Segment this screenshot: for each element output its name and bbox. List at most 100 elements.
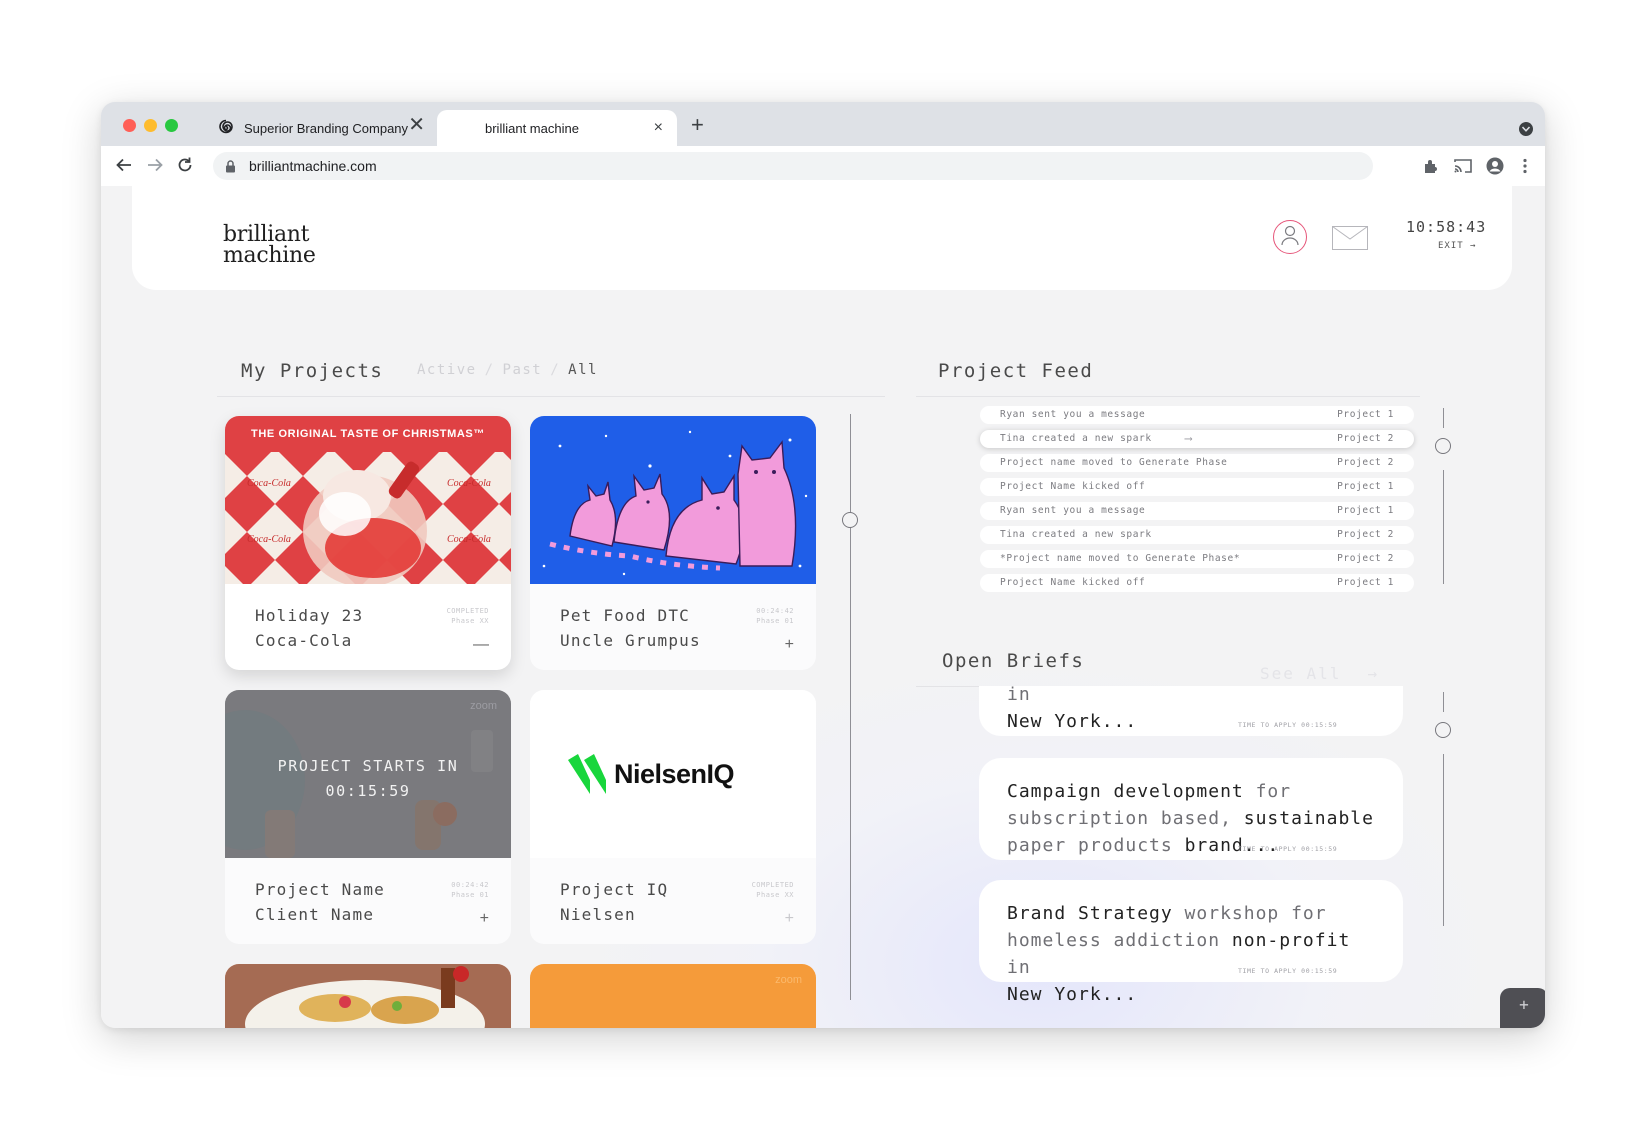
cast-icon[interactable] [1453,156,1473,176]
reload-icon[interactable] [176,156,194,177]
project-card-orange[interactable]: zoom [530,964,816,1028]
client-name: Coca-Cola [255,631,353,650]
close-window-button[interactable] [123,119,136,132]
project-card-upcoming[interactable]: zoom PROJECT STARTS IN 00:15:59 Project … [225,690,511,944]
feed-scroll-track-top [1443,408,1444,428]
project-thumbnail [530,416,816,584]
project-status: COMPLETED Phase XX [446,607,489,625]
tab-brilliant-machine[interactable]: brilliant machine × [437,110,677,146]
feed-item[interactable]: Tina created a new spark Project 2 [980,526,1414,544]
project-thumbnail: zoom PROJECT STARTS IN 00:15:59 [225,690,511,858]
window-controls [123,119,178,132]
profile-icon[interactable] [1485,156,1505,176]
tab-title: Superior Branding Company [244,120,409,136]
project-feed-list: Ryan sent you a message Project 1 Tina cr… [980,406,1414,598]
project-card-holiday[interactable]: THE ORIGINAL TASTE OF CHRISTMAS™ Coca-Co… [225,416,511,670]
filter-all[interactable]: All [568,362,598,378]
project-thumbnail: THE ORIGINAL TASTE OF CHRISTMAS™ Coca-Co… [225,416,511,584]
coca-cola-script-bottom-left: Coca-Cola [247,534,291,545]
expand-toggle[interactable]: + [785,911,794,927]
expand-toggle[interactable]: + [480,911,489,927]
project-feed-title: Project Feed [938,360,1094,382]
see-all-link[interactable]: See All → [1260,664,1379,683]
new-tab-button[interactable]: + [691,114,704,136]
feed-divider [916,396,1420,397]
coca-cola-script-right: Coca-Cola [447,478,491,489]
project-card-pet-food[interactable]: Pet Food DTC Uncle Grumpus 00:24:42 Phase… [530,416,816,670]
client-name: Nielsen [560,905,636,924]
project-card-food[interactable] [225,964,511,1028]
project-name: Project IQ [560,880,669,899]
spiral-icon [217,119,235,137]
filter-active[interactable]: Active [417,362,477,378]
tab-title: brilliant machine [485,120,579,136]
feed-item[interactable]: Project Name kicked off Project 1 [980,478,1414,496]
nielseniq-logo: NielsenIQ [568,754,735,794]
menu-kebab-icon[interactable] [1515,156,1535,176]
page-viewport: brilliant machine 10:58:43 EXIT → My Pro… [101,186,1545,1028]
project-status: 00:24:42 Phase 01 [756,607,794,625]
brief-card[interactable]: Campaign development for subscription bas… [979,758,1403,860]
projects-divider [217,396,885,397]
projects-scroll-track[interactable] [850,414,851,1000]
brief-timer: TIME TO APPLY 00:15:59 [1238,845,1338,853]
briefs-scroll-track-top [1443,692,1444,712]
tab-search-icon[interactable] [1519,122,1533,136]
logo-line-1: brilliant [223,222,310,247]
feed-item[interactable]: *Project name moved to Generate Phase* Pr… [980,550,1414,568]
coca-cola-script-bottom-right: Coca-Cola [447,534,491,545]
arrow-right-icon: ⟶ [1185,432,1193,445]
expand-toggle[interactable]: + [785,637,794,653]
collapse-toggle[interactable]: — [473,637,489,653]
back-arrow-icon[interactable] [115,156,133,177]
envelope-icon [1332,226,1368,254]
project-thumbnail [225,964,511,1028]
countdown-overlay: PROJECT STARTS IN 00:15:59 [277,757,459,800]
brand-logo[interactable]: brilliant machine [223,222,316,268]
feed-item[interactable]: Ryan sent you a message Project 1 [980,502,1414,520]
feed-item[interactable]: Project name moved to Generate Phase Proj… [980,454,1414,472]
mail-button[interactable] [1332,226,1368,250]
coca-cola-script-left: Coca-Cola [247,478,291,489]
briefs-scroll-knob[interactable] [1435,722,1451,738]
browser-toolbar: brilliantmachine.com [101,146,1545,186]
user-icon [1280,224,1300,251]
clock-display: 10:58:43 [1406,218,1487,236]
add-button[interactable]: + [1500,988,1545,1028]
brief-timer: TIME TO APPLY 00:15:59 [1238,721,1338,729]
extensions-icon[interactable] [1421,156,1441,176]
feed-item[interactable]: Tina created a new spark ⟶ Project 2 [980,430,1414,448]
minimize-window-button[interactable] [144,119,157,132]
tab-superior-branding[interactable]: Superior Branding Company ✕ [201,110,433,146]
briefs-scroll-track[interactable] [1443,754,1444,926]
brief-description: Brand Strategy workshop for homeless addi… [1007,903,1351,1005]
user-profile-button[interactable] [1273,220,1307,254]
logo-line-2: machine [223,243,316,268]
project-thumbnail: NielsenIQ [530,690,816,858]
filter-past[interactable]: Past [503,362,543,378]
feed-item[interactable]: Ryan sent you a message Project 1 [980,406,1414,424]
open-briefs-title: Open Briefs [942,650,1085,672]
tab-strip: Superior Branding Company ✕ brilliant ma… [101,102,1545,146]
zoom-watermark: zoom [775,974,802,986]
close-tab-icon[interactable]: × [654,119,663,137]
projects-scroll-knob[interactable] [842,512,858,528]
project-card-nielsen[interactable]: NielsenIQ Project IQ Nielsen COMPLETED Ph… [530,690,816,944]
project-status: 00:24:42 Phase 01 [451,881,489,899]
ad-banner-text: THE ORIGINAL TASTE OF CHRISTMAS™ [251,428,485,440]
project-status: COMPLETED Phase XX [751,881,794,899]
feed-scroll-knob[interactable] [1435,438,1451,454]
forward-arrow-icon[interactable] [146,156,164,177]
exit-link[interactable]: EXIT → [1438,241,1477,251]
brief-card[interactable]: homeless addiction non-profit inNew York… [979,686,1403,736]
maximize-window-button[interactable] [165,119,178,132]
brief-card[interactable]: Brand Strategy workshop for homeless addi… [979,880,1403,1005]
feed-item[interactable]: Project Name kicked off Project 1 [980,574,1414,592]
address-bar[interactable]: brilliantmachine.com [213,152,1373,180]
close-tab-icon[interactable]: ✕ [408,115,425,135]
open-briefs-list: homeless addiction non-profit inNew York… [979,686,1419,1028]
client-name: Uncle Grumpus [560,631,701,650]
my-projects-title: My Projects [241,360,384,382]
feed-scroll-track[interactable] [1443,470,1444,584]
lock-icon [225,159,239,173]
